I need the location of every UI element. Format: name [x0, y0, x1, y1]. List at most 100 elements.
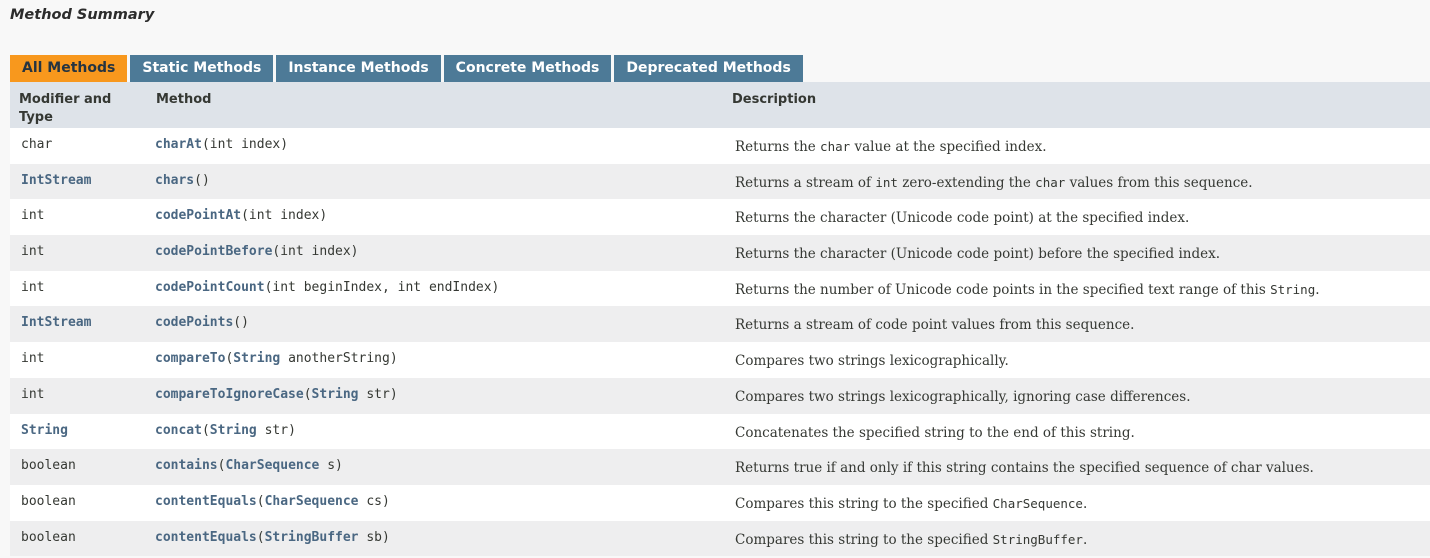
description-text: Returns a stream of code point values fr…	[735, 317, 1135, 334]
table-header: Modifier and Type Method Description	[10, 82, 1430, 128]
description-text: Concatenates the specified string to the…	[735, 424, 1135, 441]
return-type[interactable]: IntStream	[21, 315, 91, 330]
description-text: .	[1082, 495, 1088, 512]
param-text: (int index)	[201, 137, 289, 152]
method-signature: codePointCount(int beginIndex, int endIn…	[155, 280, 499, 295]
return-type: int	[21, 351, 45, 367]
method-name-link[interactable]: charAt	[155, 137, 202, 152]
return-type[interactable]: IntStream	[21, 173, 91, 188]
param-text: s)	[319, 458, 343, 474]
param-type-link[interactable]: String	[210, 423, 257, 438]
method-signature: charAt(int index)	[155, 137, 288, 152]
table-row: int codePointBefore(int index) Returns the…	[10, 235, 1430, 271]
method-description: Returns a stream of int zero-extending t…	[735, 175, 1253, 191]
param-text: (	[256, 529, 265, 545]
header-modifier-type: Modifier and Type	[19, 92, 112, 125]
method-name-link[interactable]: compareTo	[155, 351, 225, 366]
description-text: values from this sequence.	[1065, 174, 1253, 191]
method-description: Concatenates the specified string to the…	[735, 425, 1135, 441]
method-description: Returns the character (Unicode code poin…	[735, 210, 1189, 226]
method-name-link[interactable]: codePointBefore	[155, 244, 272, 259]
method-description: Returns the number of Unicode code point…	[735, 282, 1320, 298]
method-signature: contentEquals(StringBuffer sb)	[155, 530, 390, 545]
param-type-link[interactable]: CharSequence	[225, 458, 319, 473]
param-text: (int beginIndex, int endIndex)	[264, 279, 500, 295]
inline-code: int	[875, 174, 898, 190]
inline-code: StringBuffer	[992, 531, 1083, 547]
tab-concrete-methods[interactable]: Concrete Methods	[443, 55, 612, 82]
param-text: anotherString)	[280, 351, 398, 367]
method-name-link[interactable]: codePointAt	[155, 208, 241, 223]
table-row: int compareToIgnoreCase(String str) Compar…	[10, 377, 1430, 414]
description-text: Compares this string to the specified	[735, 495, 993, 512]
param-text: (	[303, 386, 312, 402]
method-description: Returns the character (Unicode code poin…	[735, 246, 1220, 262]
param-text: cs)	[358, 493, 390, 509]
table-body: char charAt(int index) Returns the char va…	[10, 128, 1430, 557]
method-name-link[interactable]: codePoints	[155, 315, 233, 330]
param-type-link[interactable]: StringBuffer	[265, 530, 359, 545]
return-type[interactable]: String	[21, 423, 68, 438]
method-description: Compares two strings lexicographically.	[735, 353, 1009, 369]
method-name-link[interactable]: contentEquals	[155, 494, 257, 509]
tab-instance-methods[interactable]: Instance Methods	[276, 55, 441, 82]
description-text: Returns the	[735, 139, 821, 155]
method-description: Returns true if and only if this string …	[735, 460, 1314, 476]
method-name-link[interactable]: codePointCount	[155, 280, 265, 295]
description-text: .	[1082, 531, 1088, 548]
tab-all-methods[interactable]: All Methods	[10, 55, 128, 82]
return-type: int	[21, 386, 45, 402]
method-description: Compares two strings lexicographically, …	[735, 389, 1191, 405]
method-signature: concat(String str)	[155, 423, 296, 438]
method-name-link[interactable]: contains	[155, 458, 218, 473]
table-row: int codePointAt(int index) Returns the cha…	[10, 199, 1430, 236]
header-method: Method	[156, 92, 212, 107]
description-text: Returns true if and only if this string …	[735, 460, 1314, 477]
method-description: Returns the char value at the specified …	[735, 139, 1047, 155]
method-name-link[interactable]: compareToIgnoreCase	[155, 387, 304, 402]
param-text: (int index)	[241, 208, 328, 224]
method-name-link[interactable]: chars	[155, 173, 194, 188]
method-description: Compares this string to the specified St…	[735, 532, 1087, 548]
description-text: Compares two strings lexicographically, …	[735, 388, 1191, 405]
description-text: .	[1315, 281, 1320, 298]
description-text: Compares two strings lexicographically.	[735, 353, 1009, 370]
param-text: sb)	[358, 529, 390, 545]
method-signature: compareToIgnoreCase(String str)	[155, 387, 398, 402]
description-text: Returns the character (Unicode code poin…	[735, 246, 1221, 263]
return-type: int	[21, 208, 45, 224]
table-row: String concat(String str) Concatenates the…	[10, 413, 1430, 450]
method-signature: contains(CharSequence s)	[155, 458, 343, 473]
return-type: int	[21, 279, 45, 295]
inline-code: char	[1035, 174, 1066, 190]
method-signature: contentEquals(CharSequence cs)	[155, 494, 390, 509]
param-type-link[interactable]: CharSequence	[265, 494, 359, 509]
description-text: zero-extending the	[897, 174, 1036, 191]
tab-static-methods[interactable]: Static Methods	[130, 55, 274, 82]
return-type: int	[21, 244, 45, 260]
inline-code: char	[820, 139, 851, 154]
table-row: int compareTo(String anotherString) Compar…	[10, 342, 1430, 378]
header-description: Description	[732, 92, 817, 107]
method-signature: codePointAt(int index)	[155, 208, 327, 223]
tab-deprecated-methods[interactable]: Deprecated Methods	[614, 55, 803, 82]
description-text: Returns a stream of	[735, 174, 876, 191]
method-signature: chars()	[155, 173, 210, 188]
return-type: boolean	[21, 458, 76, 474]
method-tabs: All Methods Static Methods Instance Method…	[10, 55, 803, 82]
param-type-link[interactable]: String	[312, 387, 359, 402]
method-name-link[interactable]: contentEquals	[155, 530, 257, 545]
method-description: Compares this string to the specified Ch…	[735, 496, 1087, 512]
method-summary-title: Method Summary	[10, 7, 155, 23]
description-text: value at the specified index.	[850, 139, 1047, 155]
method-signature: codePoints()	[155, 315, 249, 330]
return-type: boolean	[21, 529, 76, 545]
param-text: (	[201, 422, 210, 438]
return-type: boolean	[21, 493, 76, 509]
table-row: boolean contentEquals(StringBuffer sb) Com…	[10, 520, 1430, 557]
param-text: ()	[194, 172, 210, 188]
description-text: Compares this string to the specified	[735, 531, 993, 548]
table-row: char charAt(int index) Returns the char va…	[10, 128, 1430, 164]
method-name-link[interactable]: concat	[155, 423, 202, 438]
param-type-link[interactable]: String	[233, 351, 280, 366]
